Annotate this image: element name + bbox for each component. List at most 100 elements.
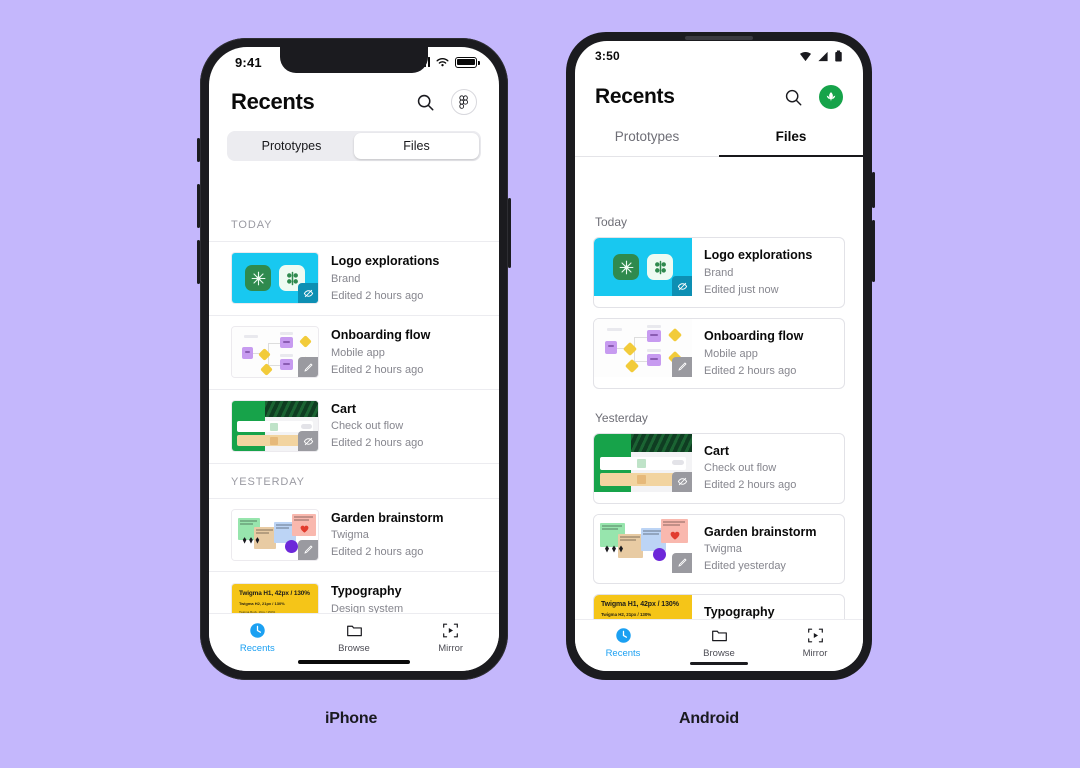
thumbnail-garden-brainstorm (231, 508, 319, 561)
list-item[interactable]: Logo explorations Brand Edited just now (593, 237, 845, 308)
iphone-volume-up-button[interactable] (197, 184, 200, 228)
pencil-badge-icon (298, 539, 318, 560)
file-edited: Edited yesterday (704, 560, 786, 573)
search-button[interactable] (416, 93, 435, 112)
android-volume-button[interactable] (872, 220, 875, 282)
search-icon (785, 89, 802, 105)
group-header-yesterday: Yesterday (595, 410, 648, 425)
file-edited: Edited 2 hours ago (331, 289, 424, 302)
list-item[interactable]: Garden brainstorm Twigma Edited 2 hours … (209, 499, 499, 573)
heart-icon (670, 531, 680, 540)
file-subtitle: Mobile app (331, 346, 385, 359)
group-header-yesterday: YESTERDAY (209, 464, 499, 499)
file-title: Logo explorations (331, 254, 440, 268)
pencil-badge-icon (298, 357, 318, 378)
segment-prototypes[interactable]: Prototypes (229, 133, 354, 159)
tab-files[interactable]: Files (719, 119, 863, 157)
segment-files[interactable]: Files (354, 133, 479, 159)
tab-mirror[interactable]: Mirror (767, 626, 863, 659)
file-title: Typography (704, 605, 775, 619)
list-item[interactable]: Garden brainstorm Twigma Edited yesterda… (593, 513, 845, 585)
tab-recents[interactable]: Recents (209, 621, 306, 654)
file-meta: Cart Check out flow Edited 2 hours ago (692, 434, 796, 503)
mirror-icon (442, 621, 460, 639)
file-subtitle: Twigma (704, 543, 742, 556)
header-actions (784, 85, 843, 109)
iphone-home-indicator[interactable] (298, 660, 410, 664)
tab-label: Browse (703, 648, 735, 659)
folder-icon (710, 626, 728, 644)
file-subtitle: Check out flow (331, 420, 404, 433)
status-indicators (799, 50, 843, 62)
figma-account-button[interactable] (451, 89, 477, 115)
thumbnail-cart (231, 400, 319, 453)
list-item[interactable]: Twigma H1, 42px / 130% Twigma H2, 21px /… (209, 572, 499, 613)
header-actions (416, 89, 477, 115)
hidden-badge-icon (298, 431, 318, 452)
file-title: Onboarding flow (704, 328, 804, 343)
group-header-today: TODAY (209, 207, 499, 242)
iphone-volume-down-button[interactable] (197, 240, 200, 284)
tab-label: Recents (239, 643, 275, 654)
file-subtitle: Brand (704, 266, 734, 279)
wifi-icon (436, 57, 449, 66)
file-meta: Garden brainstorm Twigma Edited 2 hours … (331, 509, 444, 562)
list-item[interactable]: Cart Check out flow Edited 2 hours ago (593, 432, 845, 504)
file-meta: Onboarding flow Mobile app Edited 2 hour… (331, 326, 430, 379)
iphone-power-button[interactable] (508, 198, 511, 268)
file-title: Garden brainstorm (704, 524, 817, 539)
android-home-indicator[interactable] (690, 662, 748, 665)
iphone-device-frame: 9:41 Recents Prototypes Files TODAY Logo… (197, 38, 511, 680)
plant-icon (605, 545, 623, 553)
segmented-control[interactable]: Prototypes Files (227, 131, 481, 161)
android-power-button[interactable] (872, 172, 875, 208)
comparison-stage: 9:41 Recents Prototypes Files TODAY Logo… (0, 0, 1080, 768)
list-item[interactable]: Twigma H1, 42px / 130% Twigma H2, 21px /… (593, 594, 845, 619)
iphone-app-header: Recents (209, 77, 499, 125)
thumbnail-onboarding-flow (231, 326, 319, 379)
type-spec-h1: Twigma H1, 42px / 130% (239, 589, 310, 597)
search-icon (417, 94, 434, 110)
thumbnail-typography: Twigma H1, 42px / 130% Twigma H2, 21px /… (231, 582, 319, 613)
starburst-icon (613, 254, 639, 280)
heart-icon (300, 525, 309, 533)
hidden-badge-icon (672, 471, 692, 492)
tab-browse[interactable]: Browse (306, 621, 403, 654)
iphone-notch (280, 47, 428, 73)
tab-prototypes[interactable]: Prototypes (575, 119, 719, 156)
thumbnail-logo-explorations (594, 238, 692, 296)
status-time: 3:50 (595, 49, 620, 63)
page-title: Recents (595, 85, 675, 108)
thumbnail-logo-explorations (231, 252, 319, 305)
tab-mirror[interactable]: Mirror (402, 621, 499, 654)
file-title: Garden brainstorm (331, 510, 444, 525)
file-edited: Edited 2 hours ago (331, 363, 424, 376)
file-title: Onboarding flow (331, 327, 431, 342)
tab-label: Recents (605, 648, 641, 659)
iphone-file-list[interactable]: TODAY Logo explorations Brand Edited 2 h… (209, 207, 499, 613)
tab-recents[interactable]: Recents (575, 626, 671, 659)
file-title: Typography (331, 584, 402, 599)
clock-icon (248, 621, 266, 639)
file-edited: Edited 2 hours ago (331, 437, 424, 450)
pencil-badge-icon (672, 552, 692, 573)
file-title: Logo explorations (704, 248, 813, 262)
file-subtitle: Brand (331, 272, 361, 285)
list-item[interactable]: Logo explorations Brand Edited 2 hours a… (209, 242, 499, 316)
battery-icon (835, 50, 842, 62)
wifi-icon (800, 51, 811, 61)
avatar[interactable] (819, 85, 843, 109)
figma-logo-icon (459, 94, 468, 109)
list-item[interactable]: Onboarding flow Mobile app Edited 2 hour… (209, 316, 499, 390)
iphone-mute-switch[interactable] (197, 138, 200, 162)
list-item[interactable]: Onboarding flow Mobile app Edited 2 hour… (593, 317, 845, 389)
file-meta: Logo explorations Brand Edited just now (692, 238, 812, 307)
android-file-list[interactable]: Today Logo explorations Brand Edited jus… (575, 203, 863, 619)
tab-browse[interactable]: Browse (671, 626, 767, 659)
list-item[interactable]: Cart Check out flow Edited 2 hours ago (209, 390, 499, 464)
search-button[interactable] (784, 88, 803, 107)
starburst-icon (245, 265, 271, 292)
android-app-header: Recents (575, 71, 863, 117)
tab-label: Mirror (438, 643, 464, 654)
android-tabs[interactable]: Prototypes Files (575, 119, 863, 157)
